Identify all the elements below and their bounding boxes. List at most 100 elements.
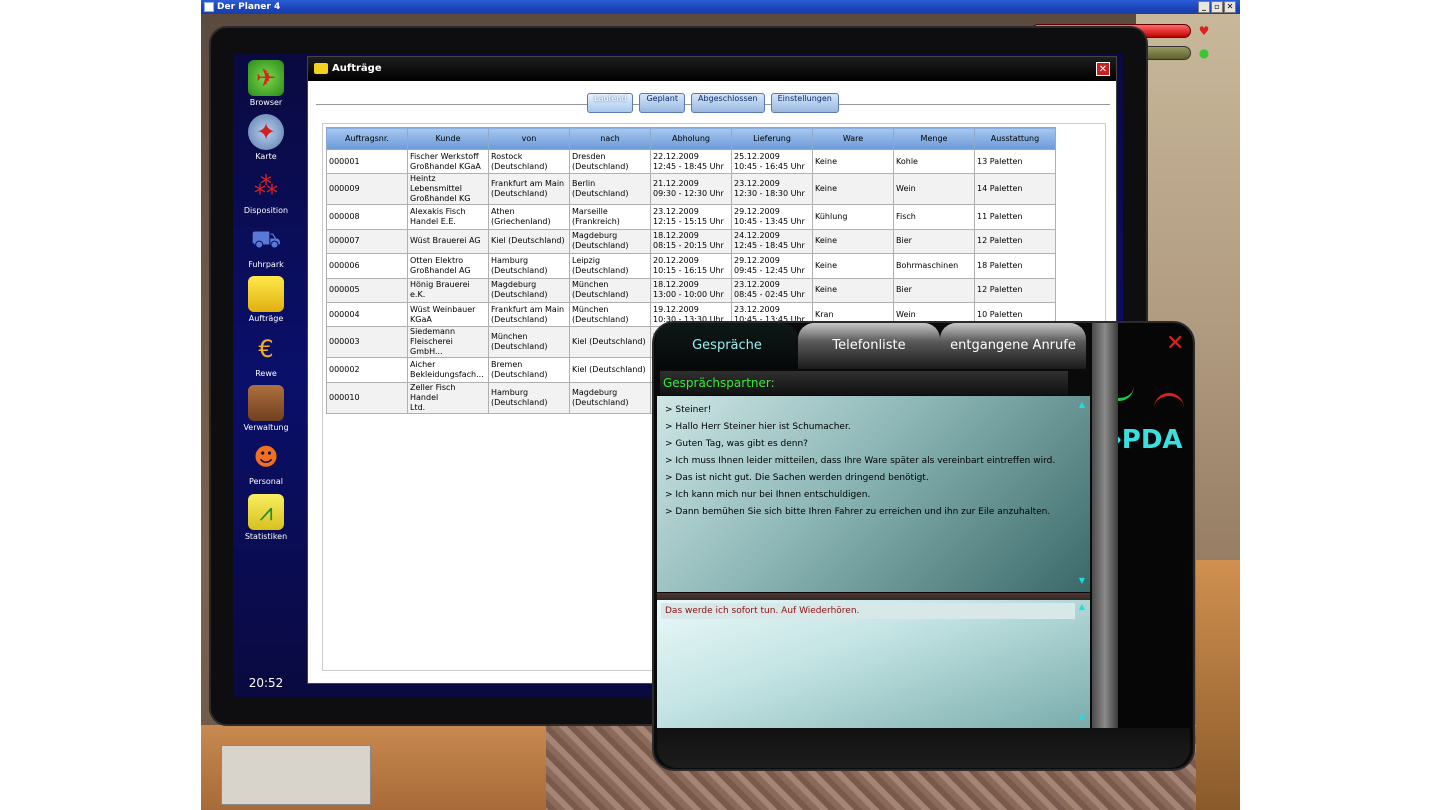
coins-icon: €: [258, 335, 274, 363]
table-row[interactable]: 000006 Otten Elektro Großhandel AG Hamburg…: [326, 253, 1056, 279]
tab-einstellungen[interactable]: Einstellungen: [770, 93, 839, 113]
table-cell: 000003: [326, 326, 408, 359]
column-header[interactable]: Auftragsnr.: [326, 127, 408, 150]
tab-entgangene-anrufe[interactable]: entgangene Anrufe: [940, 323, 1086, 369]
column-header[interactable]: Ausstattung: [974, 127, 1056, 150]
column-header[interactable]: nach: [569, 127, 651, 150]
table-cell: Keine: [812, 173, 894, 206]
table-cell: Leipzig (Deutschland): [569, 253, 651, 279]
menu-item-label: Browser: [249, 98, 283, 107]
tab-gespraeche[interactable]: Gespräche: [656, 323, 798, 369]
menu-item-karte[interactable]: ✦ Karte: [233, 114, 299, 161]
menu-item-verwaltung[interactable]: Verwaltung: [233, 385, 299, 432]
compass-icon: ✦: [248, 114, 284, 150]
table-cell: Otten Elektro Großhandel AG: [407, 253, 489, 279]
table-cell: Heintz Lebensmittel Großhandel KG: [407, 173, 489, 206]
table-cell: 23.12.2009 12:30 - 18:30 Uhr: [731, 173, 813, 206]
close-icon[interactable]: ✕: [1166, 331, 1184, 356]
table-cell: 000010: [326, 381, 408, 414]
table-row[interactable]: 000009 Heintz Lebensmittel Großhandel KG F…: [326, 173, 1056, 206]
conversation-line: > Ich kann mich nur bei Ihnen entschuldi…: [665, 490, 871, 500]
table-cell: Siedemann Fleischerei GmbH...: [407, 326, 489, 359]
truck-icon: ⛟: [250, 224, 282, 253]
partner-label: Gesprächspartner:: [660, 371, 1068, 395]
menu-item-rewe[interactable]: € Rewe: [233, 331, 299, 378]
phone-divider: [1092, 323, 1118, 728]
table-cell: 000009: [326, 173, 408, 206]
table-cell: 18.12.2009 13:00 - 10:00 Uhr: [650, 277, 732, 303]
tab-telefonliste[interactable]: Telefonliste: [798, 323, 940, 369]
game-viewport: Der Planer 4 _ ▫ ✕ ♥ ● ✈ Browser ✦ Karte: [201, 0, 1240, 810]
conversation-log: > Steiner! > Hallo Herr Steiner hier ist…: [657, 396, 1090, 592]
table-cell: 12 Paletten: [974, 277, 1056, 303]
scroll-down-icon[interactable]: ▼: [1077, 576, 1087, 585]
menu-item-label: Personal: [248, 477, 283, 486]
table-cell: Kühlung: [812, 204, 894, 230]
tab-geplant[interactable]: Geplant: [639, 93, 685, 113]
table-row[interactable]: 000008 Alexakis Fisch Handel E.E. Athen (G…: [326, 204, 1056, 230]
menu-item-statistiken[interactable]: ⩘ Statistiken: [233, 494, 299, 541]
heart-icon: ♥: [1198, 24, 1210, 38]
scroll-up-icon[interactable]: ▲: [1077, 602, 1087, 611]
menu-item-label: Aufträge: [248, 314, 284, 323]
table-cell: Wüst Weinbauer KGaA: [407, 301, 489, 328]
table-cell: 000004: [326, 301, 408, 328]
column-header[interactable]: Ware: [812, 127, 894, 150]
table-row[interactable]: 000007 Wüst Brauerei AG Kiel (Deutschland)…: [326, 228, 1056, 255]
column-header[interactable]: Kunde: [407, 127, 489, 150]
table-cell: 11 Paletten: [974, 204, 1056, 230]
disposition-icon: ⁂: [254, 172, 278, 200]
browser-icon: ✈: [248, 60, 284, 96]
folder-icon: [314, 63, 328, 74]
table-cell: Aicher Bekleidungsfach...: [407, 357, 489, 383]
orders-window-title: Aufträge: [332, 63, 382, 74]
scroll-down-icon[interactable]: ▼: [1077, 713, 1087, 722]
close-icon[interactable]: ✕: [1096, 62, 1110, 76]
menu-item-fuhrpark[interactable]: ⛟ Fuhrpark: [233, 222, 299, 270]
tab-laufend[interactable]: Laufend: [587, 93, 634, 113]
conversation-line: > Guten Tag, was gibt es denn?: [665, 439, 808, 449]
table-cell: Bier: [893, 277, 975, 303]
tab-abgeschlossen[interactable]: Abgeschlossen: [690, 93, 765, 113]
column-header[interactable]: Abholung: [650, 127, 732, 150]
column-header[interactable]: Lieferung: [731, 127, 813, 150]
menu-item-personal[interactable]: ☻ Personal: [233, 439, 299, 486]
conversation-line: > Steiner!: [665, 405, 712, 415]
reply-option[interactable]: Das werde ich sofort tun. Auf Wiederhöre…: [661, 603, 1075, 619]
table-cell: Bremen (Deutschland): [488, 357, 570, 383]
table-cell: Zeller Fisch Handel Ltd.: [407, 381, 489, 414]
table-cell: Keine: [812, 253, 894, 279]
table-cell: 000005: [326, 277, 408, 303]
people-icon: ☻: [253, 443, 279, 471]
table-row[interactable]: 000005 Hönig Brauerei e.K. Magdeburg (Deut…: [326, 277, 1056, 303]
table-cell: 18.12.2009 08:15 - 20:15 Uhr: [650, 228, 732, 255]
window-titlebar: Der Planer 4 _ ▫ ✕: [201, 0, 1240, 14]
table-cell: 000007: [326, 228, 408, 255]
side-menu: ✈ Browser ✦ Karte ⁂ Disposition ⛟ Fuhrpa…: [233, 54, 299, 697]
column-header[interactable]: Menge: [893, 127, 975, 150]
table-cell: Fisch: [893, 204, 975, 230]
table-cell: 000002: [326, 357, 408, 383]
table-cell: Kiel (Deutschland): [488, 228, 570, 255]
table-cell: Athen (Griechenland): [488, 204, 570, 230]
hangup-icon[interactable]: [1154, 393, 1184, 409]
table-cell: München (Deutschland): [488, 326, 570, 359]
menu-item-auftraege[interactable]: Aufträge: [233, 276, 299, 323]
table-cell: Kiel (Deutschland): [569, 326, 651, 359]
menu-item-disposition[interactable]: ⁂ Disposition: [233, 168, 299, 215]
close-window-button[interactable]: ✕: [1224, 1, 1236, 13]
scroll-up-icon[interactable]: ▲: [1077, 400, 1087, 409]
table-cell: 29.12.2009 09:45 - 12:45 Uhr: [731, 253, 813, 279]
table-cell: 23.12.2009 12:15 - 15:15 Uhr: [650, 204, 732, 230]
desk: [201, 725, 546, 810]
table-cell: Keine: [812, 228, 894, 255]
table-row[interactable]: 000001 Fischer Werkstoff Großhandel KGaA R…: [326, 148, 1056, 175]
maximize-button[interactable]: ▫: [1211, 1, 1223, 13]
menu-item-browser[interactable]: ✈ Browser: [233, 60, 299, 107]
table-cell: Alexakis Fisch Handel E.E.: [407, 204, 489, 230]
column-header[interactable]: von: [488, 127, 570, 150]
conversation-line: > Ich muss Ihnen leider mitteilen, dass …: [665, 456, 1056, 466]
table-cell: Marseille (Frankreich): [569, 204, 651, 230]
table-cell: München (Deutschland): [569, 301, 651, 328]
minimize-button[interactable]: _: [1198, 1, 1210, 13]
